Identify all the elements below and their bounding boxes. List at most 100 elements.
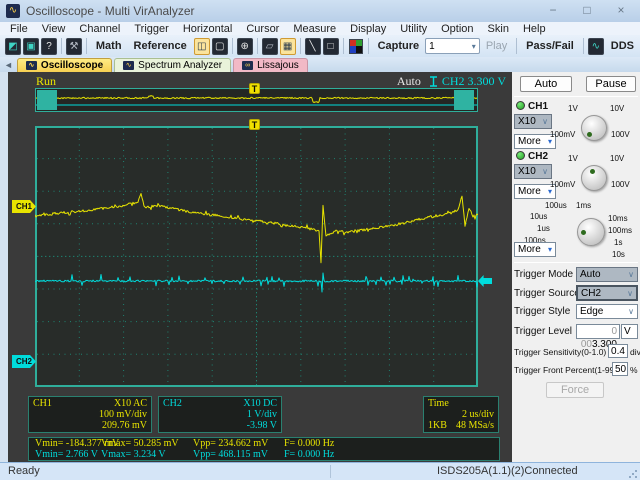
reference-button[interactable]: Reference: [128, 40, 193, 52]
auto-button[interactable]: Auto: [520, 76, 572, 92]
panel-splitter[interactable]: [0, 72, 8, 462]
measurements-box: Vmin= -184.377 mV Vmax= 50.285 mV Vpp= 2…: [28, 437, 500, 461]
force-button[interactable]: Force: [546, 382, 604, 398]
single-view-icon[interactable]: ▢: [211, 37, 228, 55]
menu-view[interactable]: View: [42, 23, 66, 35]
time-more-select[interactable]: More ▾: [514, 242, 556, 257]
tab-label: Oscilloscope: [40, 60, 104, 71]
tab-oscilloscope[interactable]: ∿ Oscilloscope: [16, 58, 113, 72]
math-button[interactable]: Math: [90, 40, 128, 52]
ch2-probe-select[interactable]: X10 ∨: [514, 164, 552, 179]
cursor-line-icon[interactable]: ╲: [304, 37, 321, 55]
overview-left-handle[interactable]: [37, 90, 57, 110]
toolbar-separator: [299, 38, 301, 54]
ch1-led-icon: [516, 101, 525, 110]
waveform-card-icon[interactable]: ▱: [261, 37, 278, 55]
ch1-enable[interactable]: CH1: [516, 100, 548, 112]
ch2-probe-value: X10: [518, 166, 536, 177]
spectrum-icon: ∿: [123, 61, 135, 70]
ch2-volts-knob[interactable]: [581, 165, 607, 191]
passfail-button[interactable]: Pass/Fail: [520, 40, 580, 52]
ch1-probe-select[interactable]: X10 ∨: [514, 114, 552, 129]
menu-measure[interactable]: Measure: [293, 23, 336, 35]
play-button[interactable]: Play: [480, 40, 513, 52]
split-view-icon[interactable]: ◫: [193, 37, 210, 55]
minimize-button[interactable]: −: [536, 0, 570, 20]
ch1-name: CH1: [33, 398, 52, 409]
chevron-down-icon: ∨: [628, 307, 634, 316]
knob-pointer: [587, 132, 592, 137]
ch1-position-marker[interactable]: CH1: [12, 200, 36, 213]
close-button[interactable]: ×: [604, 0, 638, 20]
trigger-time-marker-overview[interactable]: T: [249, 83, 260, 94]
menu-skin[interactable]: Skin: [488, 23, 509, 35]
display-mode-icon[interactable]: ▦: [279, 37, 296, 55]
lissajous-icon: ∞: [242, 61, 254, 70]
maximize-button[interactable]: □: [570, 0, 604, 20]
trigger-source-select[interactable]: CH2 ∨: [576, 285, 638, 301]
tab-spectrum-analyzer[interactable]: ∿ Spectrum Analyzer: [114, 58, 232, 72]
time-knob-1us: 1us: [537, 224, 550, 233]
trigger-style-select[interactable]: Edge ∨: [576, 304, 638, 319]
menu-file[interactable]: File: [10, 23, 28, 35]
ch1-knob-100v: 100V: [611, 130, 630, 139]
title-bar: ∿ Oscilloscope - Multi VirAnalyzer − □ ×: [0, 0, 640, 22]
help-icon[interactable]: ?: [41, 37, 57, 55]
menu-trigger[interactable]: Trigger: [134, 23, 168, 35]
ch1-volts-knob[interactable]: [581, 115, 607, 141]
ch1-probe-coupling: X10 AC: [113, 398, 147, 409]
ch1-knob-1v: 1V: [568, 104, 578, 113]
overview-right-handle[interactable]: [454, 90, 474, 110]
trigger-mode-select[interactable]: Auto ∨: [576, 267, 638, 282]
trigger-level-unit-select[interactable]: V: [621, 324, 638, 339]
ch1-scale: 100 mV/div: [98, 409, 147, 420]
dds-icon[interactable]: ∿: [587, 37, 604, 55]
run-status: Run: [36, 74, 57, 88]
control-panel: Auto Pause CH1 X10 ∨ More ▾ 1V 10V 100mV 1…: [512, 72, 640, 462]
ch1-vmax: Vmax= 50.285 mV: [101, 438, 179, 449]
tab-scroll-left[interactable]: ◄: [4, 60, 13, 70]
ch2-probe-coupling: X10 DC: [243, 398, 277, 409]
ch2-measurements: Vmin= 2.766 V Vmax= 3.234 V Vpp= 468.115…: [29, 449, 499, 460]
save-icon[interactable]: ▣: [23, 37, 39, 55]
time-knob-10ms: 10ms: [608, 214, 628, 223]
ch2-position-marker[interactable]: CH2: [12, 355, 36, 368]
trigger-level-marker[interactable]: [478, 275, 492, 287]
color-scheme-icon[interactable]: [348, 38, 363, 54]
stop-icon[interactable]: □: [322, 37, 339, 55]
trigger-sensitivity-input[interactable]: 0.4: [608, 344, 628, 358]
chevron-down-icon: ∨: [542, 167, 548, 176]
ch2-info-box: CH2 X10 DC 1 V/div -3.98 V: [158, 396, 282, 433]
trigger-level-readout: CH2 3.300 V: [441, 74, 506, 88]
hardware-icon[interactable]: ◩: [5, 37, 21, 55]
pan-icon[interactable]: ⊕: [236, 37, 253, 55]
dds-button[interactable]: DDS: [605, 40, 640, 52]
trigger-style-label: Trigger Style: [514, 306, 571, 317]
chevron-down-icon: ∨: [628, 270, 634, 279]
tools-icon[interactable]: ⚒: [65, 37, 82, 55]
menu-utility[interactable]: Utility: [400, 23, 427, 35]
menu-horizontal[interactable]: Horizontal: [183, 23, 233, 35]
trigger-time-marker[interactable]: T: [249, 119, 260, 130]
menu-cursor[interactable]: Cursor: [246, 23, 279, 35]
ch2-led-icon: [516, 151, 525, 160]
time-knob-1s: 1s: [614, 238, 623, 247]
menu-option[interactable]: Option: [441, 23, 473, 35]
ch1-more-label: More: [518, 136, 541, 147]
pause-button[interactable]: Pause: [586, 76, 636, 92]
time-more-label: More: [518, 244, 541, 255]
resize-grip-icon[interactable]: [628, 469, 638, 479]
trigger-level-input[interactable]: 0 003.300: [576, 324, 620, 350]
trigger-level-label: Trigger Level: [514, 326, 572, 337]
tab-lissajous[interactable]: ∞ Lissajous: [233, 58, 308, 72]
ch2-knob-100v: 100V: [611, 180, 630, 189]
front-value: 50: [615, 364, 627, 375]
capture-select[interactable]: 1 ▾: [425, 38, 480, 54]
ch2-enable[interactable]: CH2: [516, 150, 548, 162]
menu-channel[interactable]: Channel: [79, 23, 120, 35]
menu-help[interactable]: Help: [523, 23, 546, 35]
timebase-knob[interactable]: [577, 218, 605, 246]
trigger-front-input[interactable]: 50: [612, 362, 628, 376]
menu-display[interactable]: Display: [350, 23, 386, 35]
separator: [514, 96, 638, 97]
